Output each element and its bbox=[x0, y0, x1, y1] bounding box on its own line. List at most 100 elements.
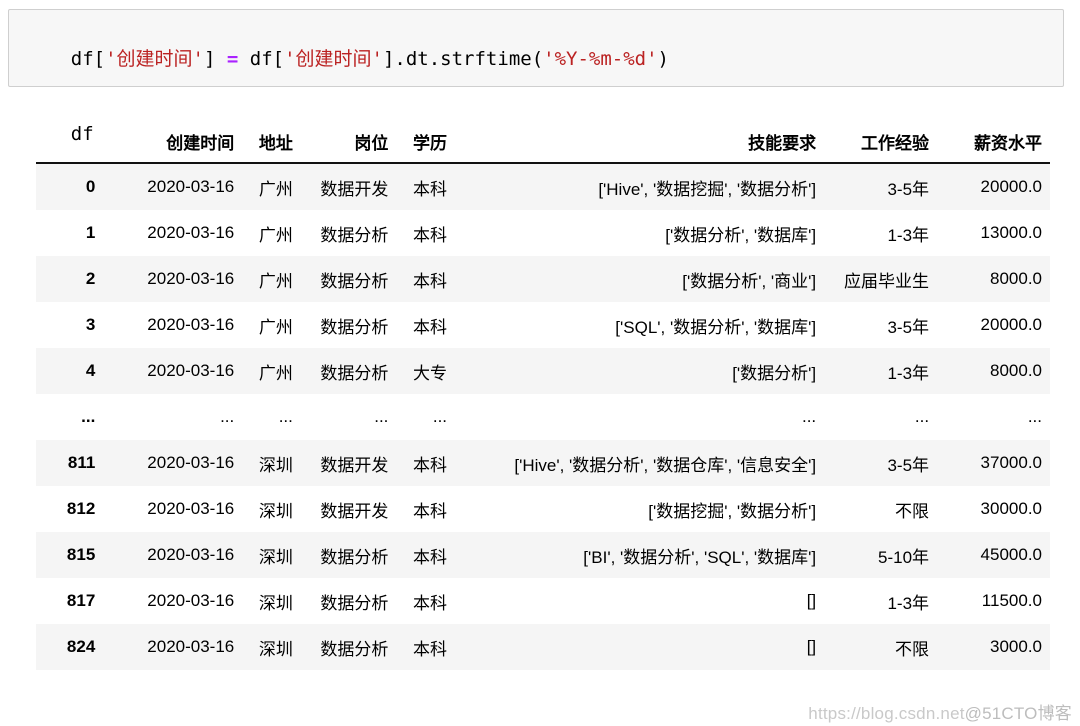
cell-salary: 8000.0 bbox=[990, 269, 1042, 288]
cell-salary: 30000.0 bbox=[980, 499, 1042, 518]
code-token: ].dt.strftime( bbox=[382, 48, 544, 70]
cell-experience: 3-5年 bbox=[887, 179, 930, 199]
row-index: 815 bbox=[66, 545, 96, 564]
cell-position: 数据分析 bbox=[320, 271, 389, 291]
cell-experience: ... bbox=[914, 407, 930, 426]
code-token: df[ bbox=[238, 48, 285, 70]
cell-position: 数据开发 bbox=[320, 179, 389, 199]
cell-experience: 5-10年 bbox=[878, 547, 930, 567]
table-row: 3 2020-03-16 广州 数据分析 本科 ['SQL', '数据分析', '数据库'… bbox=[36, 302, 1050, 348]
code-line-1: df['创建时间'] = df['创建时间'].dt.strftime('%Y-… bbox=[25, 22, 1063, 97]
cell-education: 本科 bbox=[413, 225, 448, 245]
table-row: 817 2020-03-16 深圳 数据分析 本科 [] 1-3年 11500.0 bbox=[36, 578, 1050, 624]
cell-salary: ... bbox=[1027, 407, 1042, 426]
column-header-address: 地址 bbox=[242, 112, 301, 164]
table-row: 0 2020-03-16 广州 数据开发 本科 ['Hive', '数据挖掘', '数据分… bbox=[36, 163, 1050, 210]
row-index: 4 bbox=[85, 361, 96, 380]
header-row: 创建时间 地址 岗位 学历 技能要求 工作经验 薪资水平 bbox=[36, 112, 1050, 164]
cell-salary: 20000.0 bbox=[980, 177, 1042, 196]
cell-address: 深圳 bbox=[258, 547, 293, 567]
cell-skills: ['SQL', '数据分析', '数据库'] bbox=[615, 317, 817, 337]
cell-skills: ... bbox=[801, 407, 817, 426]
cell-create-time: 2020-03-16 bbox=[147, 223, 235, 242]
cell-address: 广州 bbox=[258, 225, 293, 245]
cell-address: 深圳 bbox=[258, 501, 293, 521]
code-token: ] bbox=[203, 48, 227, 70]
cell-experience: 不限 bbox=[895, 639, 930, 659]
cell-experience: 1-3年 bbox=[887, 363, 930, 383]
dataframe-output: 创建时间 地址 岗位 学历 技能要求 工作经验 薪资水平 0 2020-03-16… bbox=[0, 112, 1080, 670]
cell-education: 本科 bbox=[413, 547, 448, 567]
row-index: 3 bbox=[85, 315, 96, 334]
code-token-string: '%Y-%m-%d' bbox=[543, 48, 658, 70]
cell-position: 数据分析 bbox=[320, 547, 389, 567]
cell-education: 本科 bbox=[413, 317, 448, 337]
cell-experience: 1-3年 bbox=[887, 593, 930, 613]
table-row: 4 2020-03-16 广州 数据分析 大专 ['数据分析'] 1-3年 8000.0 bbox=[36, 348, 1050, 394]
cell-education: 大专 bbox=[413, 363, 448, 383]
cell-address: 深圳 bbox=[258, 639, 293, 659]
code-cell[interactable]: df['创建时间'] = df['创建时间'].dt.strftime('%Y-… bbox=[8, 9, 1064, 145]
cell-create-time: 2020-03-16 bbox=[147, 545, 235, 564]
column-header-create-time: 创建时间 bbox=[103, 112, 243, 164]
row-index: 811 bbox=[67, 453, 96, 472]
cell-salary: 37000.0 bbox=[980, 453, 1042, 472]
row-index: 1 bbox=[85, 223, 96, 242]
code-token: ) bbox=[657, 48, 669, 70]
cell-address: ... bbox=[278, 407, 293, 426]
row-index: ... bbox=[81, 407, 96, 426]
cell-education: 本科 bbox=[413, 455, 448, 475]
cell-position: 数据分析 bbox=[320, 363, 389, 383]
cell-skills: [] bbox=[806, 637, 817, 656]
table-header: 创建时间 地址 岗位 学历 技能要求 工作经验 薪资水平 bbox=[36, 112, 1050, 164]
code-token-operator: = bbox=[226, 48, 239, 70]
row-index: 2 bbox=[85, 269, 96, 288]
table-row: 812 2020-03-16 深圳 数据开发 本科 ['数据挖掘', '数据分析'] 不限 3… bbox=[36, 486, 1050, 532]
cell-address: 深圳 bbox=[258, 455, 293, 475]
cell-experience: 不限 bbox=[895, 501, 930, 521]
table-row: 811 2020-03-16 深圳 数据开发 本科 ['Hive', '数据分析', '数… bbox=[36, 440, 1050, 486]
cell-skills: ['数据分析', '数据库'] bbox=[665, 225, 817, 245]
cell-create-time: 2020-03-16 bbox=[147, 591, 235, 610]
cell-skills: ['数据分析'] bbox=[732, 363, 817, 383]
column-header-index bbox=[36, 112, 104, 164]
watermark-url: https://blog.csdn.net bbox=[808, 704, 965, 723]
cell-address: 广州 bbox=[258, 271, 293, 291]
cell-position: ... bbox=[374, 407, 389, 426]
cell-education: 本科 bbox=[413, 271, 448, 291]
column-header-skills: 技能要求 bbox=[455, 112, 825, 164]
cell-address: 广州 bbox=[258, 179, 293, 199]
cell-education: 本科 bbox=[413, 593, 448, 613]
cell-position: 数据开发 bbox=[320, 455, 389, 475]
cell-address: 广州 bbox=[258, 317, 293, 337]
table-row: 824 2020-03-16 深圳 数据分析 本科 [] 不限 3000.0 bbox=[36, 624, 1050, 670]
code-token-string: '创建时间' bbox=[284, 48, 383, 70]
code-token: df[ bbox=[70, 48, 106, 70]
cell-create-time: 2020-03-16 bbox=[147, 315, 235, 334]
cell-skills: ['数据分析', '商业'] bbox=[682, 271, 817, 291]
table-body: 0 2020-03-16 广州 数据开发 本科 ['Hive', '数据挖掘', '数据分… bbox=[36, 163, 1050, 670]
cell-create-time: 2020-03-16 bbox=[147, 177, 235, 196]
cell-create-time: 2020-03-16 bbox=[147, 637, 235, 656]
cell-skills: ['BI', '数据分析', 'SQL', '数据库'] bbox=[583, 547, 817, 567]
column-header-salary: 薪资水平 bbox=[937, 112, 1050, 164]
cell-salary: 45000.0 bbox=[980, 545, 1042, 564]
row-index: 812 bbox=[66, 499, 96, 518]
cell-create-time: 2020-03-16 bbox=[147, 361, 235, 380]
cell-create-time: 2020-03-16 bbox=[147, 269, 235, 288]
table-row: 1 2020-03-16 广州 数据分析 本科 ['数据分析', '数据库'] 1-3年 13… bbox=[36, 210, 1050, 256]
code-token-string: '创建时间' bbox=[105, 48, 204, 70]
cell-address: 广州 bbox=[258, 363, 293, 383]
cell-education: ... bbox=[432, 407, 448, 426]
cell-address: 深圳 bbox=[258, 593, 293, 613]
cell-position: 数据开发 bbox=[320, 501, 389, 521]
cell-salary: 20000.0 bbox=[980, 315, 1042, 334]
row-index: 817 bbox=[66, 591, 96, 610]
column-header-experience: 工作经验 bbox=[824, 112, 938, 164]
row-index: 0 bbox=[85, 177, 96, 196]
table-row: 2 2020-03-16 广州 数据分析 本科 ['数据分析', '商业'] 应届毕业生 80… bbox=[36, 256, 1050, 302]
cell-position: 数据分析 bbox=[320, 225, 389, 245]
cell-create-time: 2020-03-16 bbox=[147, 453, 235, 472]
cell-position: 数据分析 bbox=[320, 317, 389, 337]
cell-experience: 1-3年 bbox=[887, 225, 930, 245]
